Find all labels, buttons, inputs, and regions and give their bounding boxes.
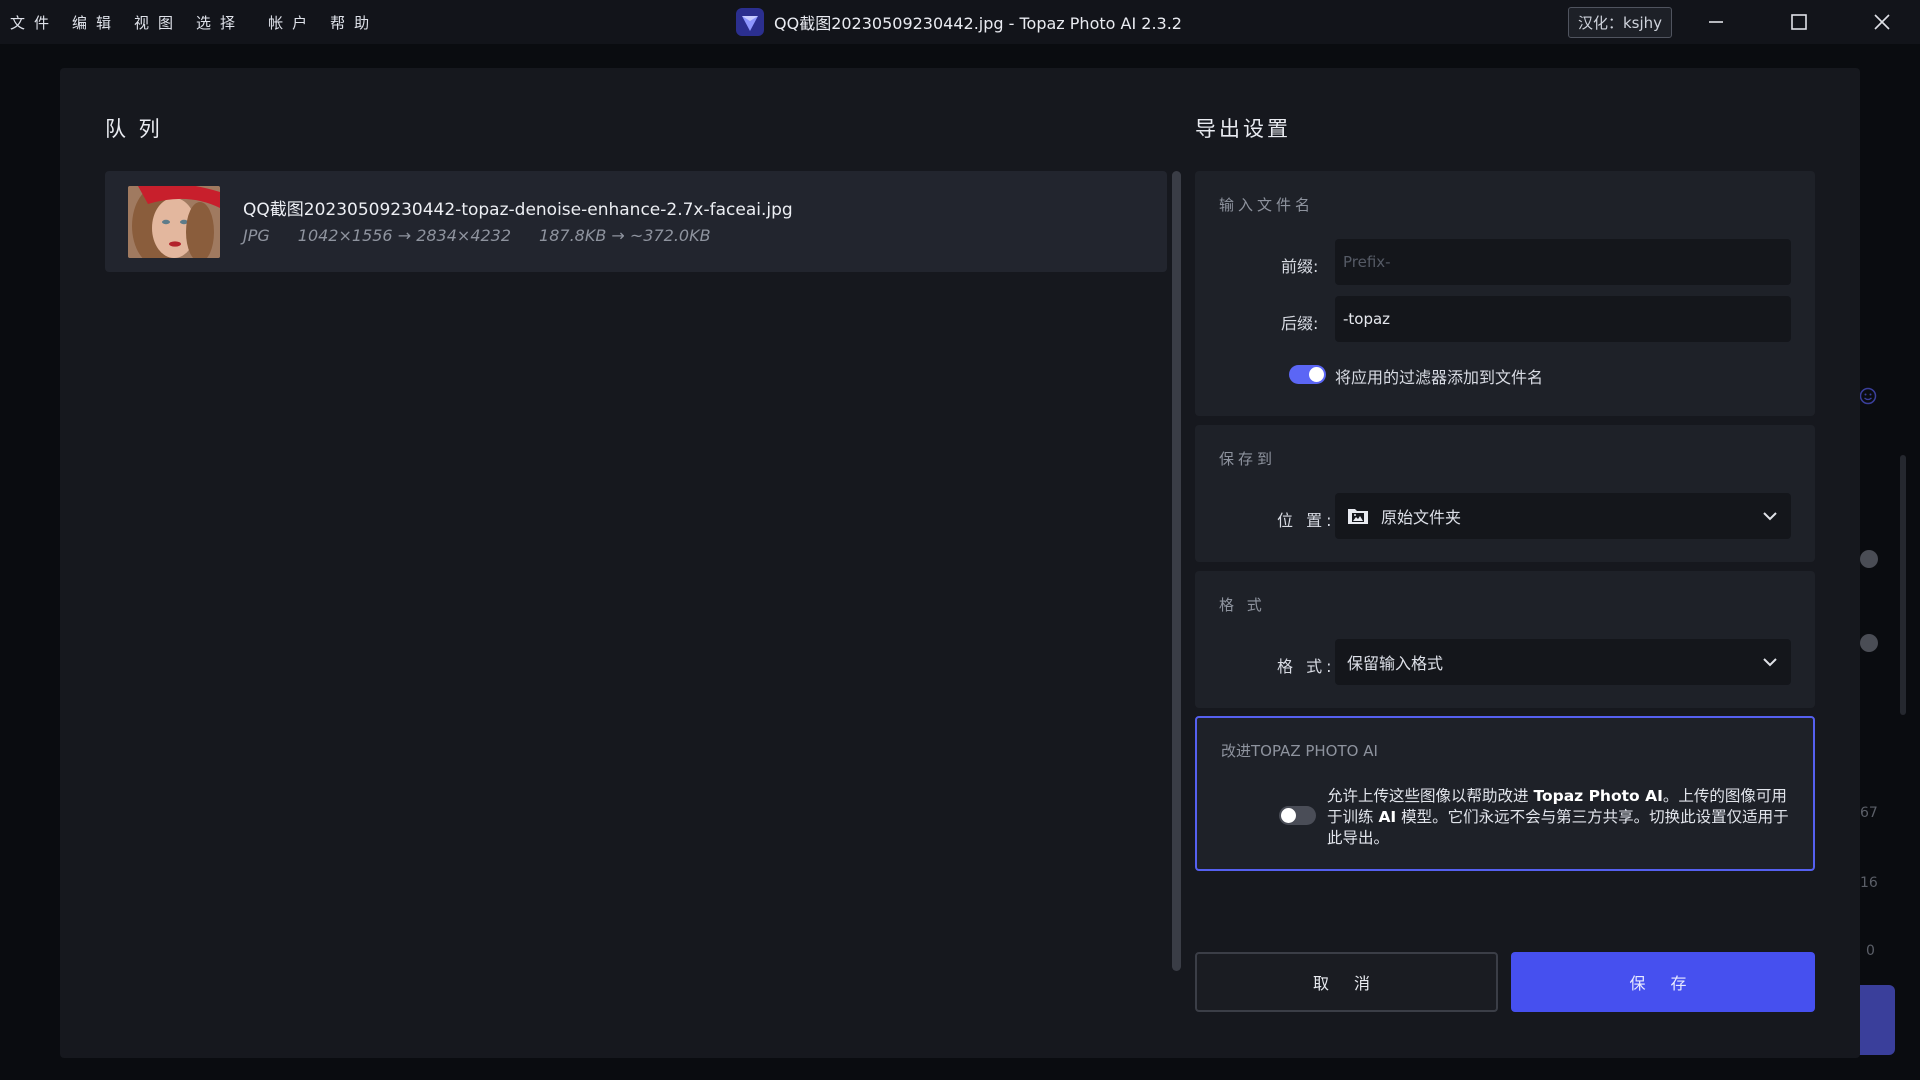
save-section-label: 保存到 [1219, 450, 1277, 468]
append-filters-toggle[interactable] [1289, 365, 1326, 384]
file-dimensions: 1042×1556 → 2834×4232 [297, 226, 512, 245]
background-scrollbar [1900, 455, 1906, 715]
background-value: 16 [1860, 875, 1878, 891]
location-value: 原始文件夹 [1381, 508, 1462, 527]
upload-images-toggle[interactable] [1279, 806, 1316, 825]
background-slider-knob [1860, 634, 1878, 652]
format-section-label: 格 式 [1219, 596, 1266, 614]
format-dropdown[interactable]: 保留输入格式 [1335, 639, 1791, 685]
menu-help[interactable]: 帮助 [330, 12, 378, 33]
minimize-icon [1709, 21, 1723, 23]
suffix-input[interactable] [1335, 296, 1791, 342]
title-bar: 文件 编辑 视图 选择 帐户 帮助 QQ截图20230509230442.jpg… [0, 0, 1920, 44]
improve-section-label: 改进TOPAZ PHOTO AI [1221, 742, 1378, 760]
maximize-icon [1791, 14, 1807, 30]
menu-bar: 文件 编辑 视图 选择 帐户 帮助 [0, 0, 392, 44]
queue-item[interactable]: QQ截图20230509230442-topaz-denoise-enhance… [105, 171, 1167, 272]
prefix-label: 前缀: [1281, 257, 1319, 276]
smiley-icon [1859, 387, 1877, 405]
format-value: 保留输入格式 [1347, 654, 1444, 673]
queue-file-name: QQ截图20230509230442-topaz-denoise-enhance… [243, 200, 793, 220]
format-card: 格 式 格 式: 保留输入格式 [1195, 571, 1815, 708]
location-label: 位 置: [1277, 511, 1336, 530]
location-dropdown[interactable]: 原始文件夹 [1335, 493, 1791, 539]
close-icon [1874, 14, 1890, 30]
chevron-down-icon [1763, 658, 1777, 667]
queue-title: 队 列 [105, 117, 163, 141]
maximize-button[interactable] [1771, 0, 1827, 44]
file-format: JPG [243, 226, 270, 245]
menu-edit[interactable]: 编辑 [72, 12, 120, 33]
filename-section-label: 输入文件名 [1219, 196, 1315, 214]
queue-list: QQ截图20230509230442-topaz-denoise-enhance… [105, 171, 1177, 1041]
background-value: 67 [1860, 805, 1878, 821]
export-settings-title: 导出设置 [1195, 117, 1291, 141]
queue-scrollbar[interactable] [1172, 171, 1181, 971]
menu-account[interactable]: 帐户 [268, 12, 316, 33]
menu-view[interactable]: 视图 [134, 12, 182, 33]
suffix-label: 后缀: [1281, 314, 1319, 333]
queue-file-meta: JPG 1042×1556 → 2834×4232 187.8KB → ~372… [243, 226, 711, 245]
append-filters-label: 将应用的过滤器添加到文件名 [1335, 368, 1544, 387]
window-title: QQ截图20230509230442.jpg - Topaz Photo AI … [736, 0, 1182, 44]
localization-credit: 汉化：ksjhy [1568, 7, 1672, 38]
export-dialog: 队 列 导出设置 QQ截图20230509230442-topaz-denois… [60, 68, 1860, 1058]
chevron-down-icon [1763, 512, 1777, 521]
improve-topaz-card: 改进TOPAZ PHOTO AI 允许上传这些图像以帮助改进 Topaz Pho… [1195, 716, 1815, 871]
window-title-text: QQ截图20230509230442.jpg - Topaz Photo AI … [774, 14, 1182, 33]
save-button[interactable]: 保 存 [1511, 952, 1815, 1012]
improve-description: 允许上传这些图像以帮助改进 Topaz Photo AI。上传的图像可用于训练 … [1327, 787, 1789, 847]
save-location-card: 保存到 位 置: 原始文件夹 [1195, 425, 1815, 562]
cancel-button[interactable]: 取 消 [1195, 952, 1498, 1012]
minimize-button[interactable] [1688, 0, 1744, 44]
folder-image-icon [1348, 509, 1368, 524]
topaz-logo-icon [736, 8, 764, 36]
background-slider-knob [1860, 550, 1878, 568]
filename-settings-card: 输入文件名 前缀: 后缀: 将应用的过滤器添加到文件名 [1195, 171, 1815, 416]
format-label: 格 式: [1277, 657, 1336, 676]
portrait-thumbnail-image [128, 186, 220, 258]
menu-select[interactable]: 选择 [196, 12, 244, 33]
file-size: 187.8KB → ~372.0KB [539, 226, 711, 245]
background-value: 0 [1866, 943, 1875, 959]
image-thumbnail [128, 186, 220, 258]
prefix-input[interactable] [1335, 239, 1791, 285]
menu-file[interactable]: 文件 [10, 12, 58, 33]
close-button[interactable] [1854, 0, 1910, 44]
